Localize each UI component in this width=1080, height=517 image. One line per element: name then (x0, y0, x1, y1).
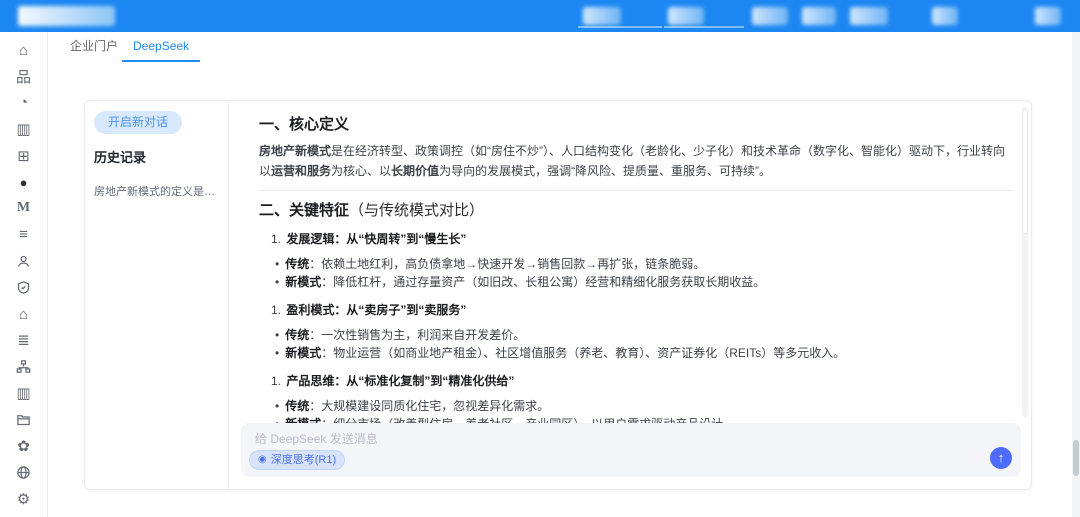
org-structure-icon[interactable]: 品 (0, 64, 48, 88)
dark-app-icon[interactable]: ● (0, 170, 48, 194)
deep-think-icon: ◉ (258, 451, 267, 469)
section-heading-key-features: 二、关键特征（与传统模式对比） (259, 199, 1013, 220)
feature-bullet: •新模式：物业运营（如商业地产租金）、社区增值服务（养老、教育）、资产证券化（R… (275, 344, 1013, 362)
redacted-nav-item[interactable] (1035, 7, 1061, 25)
tab-bar: 企业门户 DeepSeek (48, 32, 1080, 63)
nav-active-underline (664, 26, 744, 28)
send-button[interactable]: ↑ (990, 447, 1012, 469)
redacted-nav-item[interactable] (802, 7, 836, 25)
home-icon[interactable]: ⌂ (0, 38, 48, 62)
app-window: 企业门户 DeepSeek ⌂品◔▥⊞●M≡⌂≣▥✿⚙ 开启新对话 历史记录 房… (0, 0, 1080, 517)
feature-bullet: •传统：大规模建设同质化住宅，忽视差异化需求。 (275, 397, 1013, 415)
message-scrollbar[interactable] (1022, 107, 1028, 417)
section-divider (259, 190, 1013, 191)
composer: ◉ 深度思考(R1) ↑ (241, 423, 1021, 477)
feature-group-title: 1. 盈利模式：从“卖房子”到“卖服务” (271, 301, 1013, 319)
deep-think-button[interactable]: ◉ 深度思考(R1) (249, 450, 345, 470)
layers-icon[interactable]: ≣ (0, 328, 48, 352)
tab-enterprise-portal[interactable]: 企业门户 (70, 32, 118, 60)
section-heading-core-definition: 一、核心定义 (259, 113, 1013, 134)
app-logo (18, 6, 115, 26)
user-icon[interactable] (0, 249, 48, 273)
shield-icon[interactable] (0, 276, 48, 300)
chat-panel: 一、核心定义 房地产新模式是在经济转型、政策调控（如“房住不炒”）、人口结构变化… (229, 101, 1031, 489)
nav-active-underline (578, 26, 662, 28)
top-header-bar (0, 0, 1080, 32)
page-scrollbar-thumb[interactable] (1073, 440, 1079, 476)
barcode-icon[interactable]: ▥ (0, 117, 48, 141)
sidebar-icon-list: ⌂品◔▥⊞●M≡⌂≣▥✿⚙ (0, 32, 48, 517)
feature-group: 1. 盈利模式：从“卖房子”到“卖服务” •传统：一次性销售为主，利润来自开发差价… (259, 301, 1013, 362)
redacted-nav-item[interactable] (752, 7, 788, 25)
feature-bullet: •传统：一次性销售为主，利润来自开发差价。 (275, 326, 1013, 344)
message-scrollbar-thumb[interactable] (1022, 109, 1028, 234)
gear-icon[interactable]: ⚙ (0, 487, 48, 511)
feature-groups: 1. 发展逻辑：从“快周转”到“慢生长” •传统：依赖土地红利，高负债拿地→快速开… (259, 230, 1013, 423)
tab-deepseek[interactable]: DeepSeek (122, 32, 200, 62)
feature-bullet: •新模式：降低杠杆，通过存量资产（如旧改、长租公寓）经营和精细化服务获取长期收益… (275, 273, 1013, 291)
core-definition-paragraph: 房地产新模式是在经济转型、政策调控（如“房住不炒”）、人口结构变化（老龄化、少子… (259, 141, 1013, 181)
folder-icon[interactable] (0, 408, 48, 432)
deep-think-label: 深度思考(R1) (271, 451, 336, 469)
history-title: 历史记录 (94, 147, 228, 166)
feature-bullet: •传统：依赖土地红利，高负债拿地→快速开发→销售回款→再扩张，链条脆弱。 (275, 255, 1013, 273)
deepseek-chat-card: 开启新对话 历史记录 房地产新模式的定义是什么 一、核心定义 房地产新模式是在经… (84, 100, 1032, 490)
barcode-alt-icon[interactable]: ▥ (0, 381, 48, 405)
redacted-nav-item[interactable] (583, 7, 621, 25)
globe-icon[interactable] (0, 461, 48, 485)
chat-input[interactable] (253, 429, 981, 449)
redacted-nav-item[interactable] (850, 7, 888, 25)
feature-group-title: 1. 产品思维：从“标准化复制”到“精准化供给” (271, 372, 1013, 390)
conversation-sidebar: 开启新对话 历史记录 房地产新模式的定义是什么 (85, 101, 229, 489)
redacted-nav-item[interactable] (932, 7, 958, 25)
history-list: 房地产新模式的定义是什么 (94, 183, 228, 199)
redacted-nav-item[interactable] (668, 7, 704, 25)
send-arrow-icon: ↑ (998, 450, 1005, 465)
assistant-message: 一、核心定义 房地产新模式是在经济转型、政策调控（如“房住不炒”）、人口结构变化… (229, 101, 1021, 423)
pie-chart-icon[interactable]: ◔ (0, 91, 48, 115)
new-chat-button[interactable]: 开启新对话 (94, 111, 182, 134)
flower-icon[interactable]: ✿ (0, 434, 48, 458)
media-add-icon[interactable]: ⊞ (0, 144, 48, 168)
home-alt-icon[interactable]: ⌂ (0, 302, 48, 326)
feature-group-title: 1. 发展逻辑：从“快周转”到“慢生长” (271, 230, 1013, 248)
feature-group: 1. 产品思维：从“标准化复制”到“精准化供给” •传统：大规模建设同质化住宅，忽… (259, 372, 1013, 423)
tree-icon[interactable] (0, 355, 48, 379)
m-app-icon[interactable]: M (0, 196, 48, 220)
main-content: 开启新对话 历史记录 房地产新模式的定义是什么 一、核心定义 房地产新模式是在经… (48, 62, 1080, 517)
feature-bullet: •新模式：细分市场（改善型住房、养老社区、产业园区），以用户需求驱动产品设计。 (275, 415, 1013, 423)
history-item[interactable]: 房地产新模式的定义是什么 (94, 183, 220, 199)
list-icon[interactable]: ≡ (0, 223, 48, 247)
page-scrollbar[interactable] (1072, 32, 1080, 517)
feature-group: 1. 发展逻辑：从“快周转”到“慢生长” •传统：依赖土地红利，高负债拿地→快速开… (259, 230, 1013, 291)
